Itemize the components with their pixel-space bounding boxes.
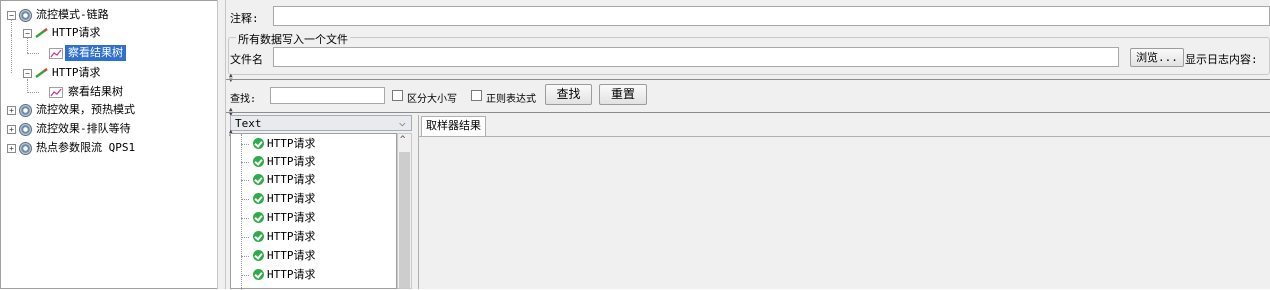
filename-label: 文件名 <box>230 53 263 66</box>
list-item-label: HTTP请求 <box>267 230 316 243</box>
divider <box>226 112 1270 113</box>
collapse-icon[interactable]: − <box>7 11 16 20</box>
pane-splitter[interactable] <box>217 0 226 289</box>
filename-input[interactable] <box>273 47 1119 67</box>
tree-node-label: 察看结果树 <box>68 85 123 98</box>
comment-label: 注释: <box>230 12 259 25</box>
comment-input[interactable] <box>273 6 1270 26</box>
tree-node-http-request[interactable]: − HTTP请求 <box>1 25 217 41</box>
list-item-label: HTTP请求 <box>267 211 316 224</box>
tree-connector <box>241 199 249 200</box>
browse-button[interactable]: 浏览... <box>1130 48 1184 67</box>
pencil-icon <box>35 28 48 38</box>
gear-icon <box>19 9 32 22</box>
tree-connector <box>241 134 242 290</box>
search-input[interactable] <box>270 87 385 104</box>
result-list-scrollbar[interactable]: ^ <box>397 133 412 289</box>
tree-node-flow-mode-chain[interactable]: − 流控模式-链路 <box>1 7 217 23</box>
gear-icon <box>19 142 32 155</box>
tree-node-hot-param-qps[interactable]: + 热点参数限流 QPS1 <box>1 140 217 156</box>
tree-node-flow-effect-queue[interactable]: + 流控效果-排队等待 <box>1 121 217 137</box>
renderer-select[interactable]: Text ⌵ <box>230 115 412 131</box>
tree-node-flow-effect-warmup[interactable]: + 流控效果，预热模式 <box>1 102 217 118</box>
tree-node-label: 流控模式-链路 <box>36 8 109 21</box>
case-sensitive-label: 区分大小写 <box>407 94 457 105</box>
chart-icon <box>49 48 63 59</box>
result-detail-area: 取样器结果 <box>418 115 1270 289</box>
expand-icon[interactable]: + <box>7 106 16 115</box>
list-item-label: HTTP请求 <box>267 137 316 150</box>
tree-connector <box>241 275 249 276</box>
reset-button[interactable]: 重置 <box>599 84 647 105</box>
success-icon <box>253 138 264 149</box>
tab-sampler-result[interactable]: 取样器结果 <box>421 116 486 136</box>
find-button[interactable]: 查找 <box>545 84 592 105</box>
success-icon <box>253 250 264 261</box>
list-item-label: HTTP请求 <box>267 155 316 168</box>
pencil-icon <box>35 68 48 78</box>
listener-panel: 注释: 所有数据写入一个文件 文件名 浏览... 显示日志内容: ▲ ▼ 查找: … <box>226 0 1270 290</box>
tab-content <box>419 136 1270 289</box>
tree-connector <box>241 144 249 145</box>
success-icon <box>253 174 264 185</box>
success-icon <box>253 156 264 167</box>
collapse-arrows-icon[interactable]: ▲▼ <box>229 73 233 84</box>
tree-connector <box>241 218 249 219</box>
search-label: 查找: <box>230 94 257 105</box>
test-plan-tree: − 流控模式-链路 − HTTP请求 察看结果树 − HTTP请求 察看结果树 … <box>1 1 217 287</box>
regex-checkbox[interactable] <box>471 90 482 101</box>
success-icon <box>253 193 264 204</box>
success-icon <box>253 212 264 223</box>
tree-connector <box>241 256 249 257</box>
tree-connector <box>241 237 249 238</box>
tree-node-label: HTTP请求 <box>52 26 101 39</box>
tree-node-label: HTTP请求 <box>52 66 101 79</box>
list-item-label: HTTP请求 <box>267 173 316 186</box>
chevron-down-icon: ⌵ <box>399 116 406 129</box>
tree-node-label: 流控效果，预热模式 <box>36 103 135 116</box>
divider <box>226 79 1270 80</box>
tree-connector <box>241 162 249 163</box>
collapse-icon[interactable]: − <box>23 69 32 78</box>
tree-connector <box>241 180 249 181</box>
list-item-label: HTTP请求 <box>267 249 316 262</box>
tree-node-view-results-tree[interactable]: 察看结果树 <box>1 45 217 61</box>
success-icon <box>253 269 264 280</box>
log-content-label: 显示日志内容: <box>1185 53 1258 66</box>
tree-node-label: 流控效果-排队等待 <box>36 122 131 135</box>
group-title: 所有数据写入一个文件 <box>236 31 350 47</box>
tree-node-view-results-tree[interactable]: 察看结果树 <box>1 84 217 100</box>
case-sensitive-checkbox[interactable] <box>392 90 403 101</box>
gear-icon <box>19 104 32 117</box>
expand-icon[interactable]: + <box>7 144 16 153</box>
success-icon <box>253 231 264 242</box>
scrollbar-thumb[interactable] <box>399 152 410 288</box>
list-item-label: HTTP请求 <box>267 192 316 205</box>
chart-icon <box>49 87 63 98</box>
collapse-icon[interactable]: − <box>23 29 32 38</box>
list-item-label: HTTP请求 <box>267 268 316 281</box>
expand-icon[interactable]: + <box>7 125 16 134</box>
regex-label: 正则表达式 <box>486 94 536 105</box>
tree-node-http-request[interactable]: − HTTP请求 <box>1 65 217 81</box>
chevron-up-icon[interactable]: ^ <box>400 135 405 145</box>
renderer-value: Text <box>235 117 262 130</box>
tree-node-label: 热点参数限流 QPS1 <box>36 141 136 154</box>
sample-result-list: HTTP请求 HTTP请求 HTTP请求 HTTP请求 HTTP请求 HTTP请… <box>230 133 397 290</box>
tree-node-label: 察看结果树 <box>65 45 126 61</box>
gear-icon <box>19 123 32 136</box>
